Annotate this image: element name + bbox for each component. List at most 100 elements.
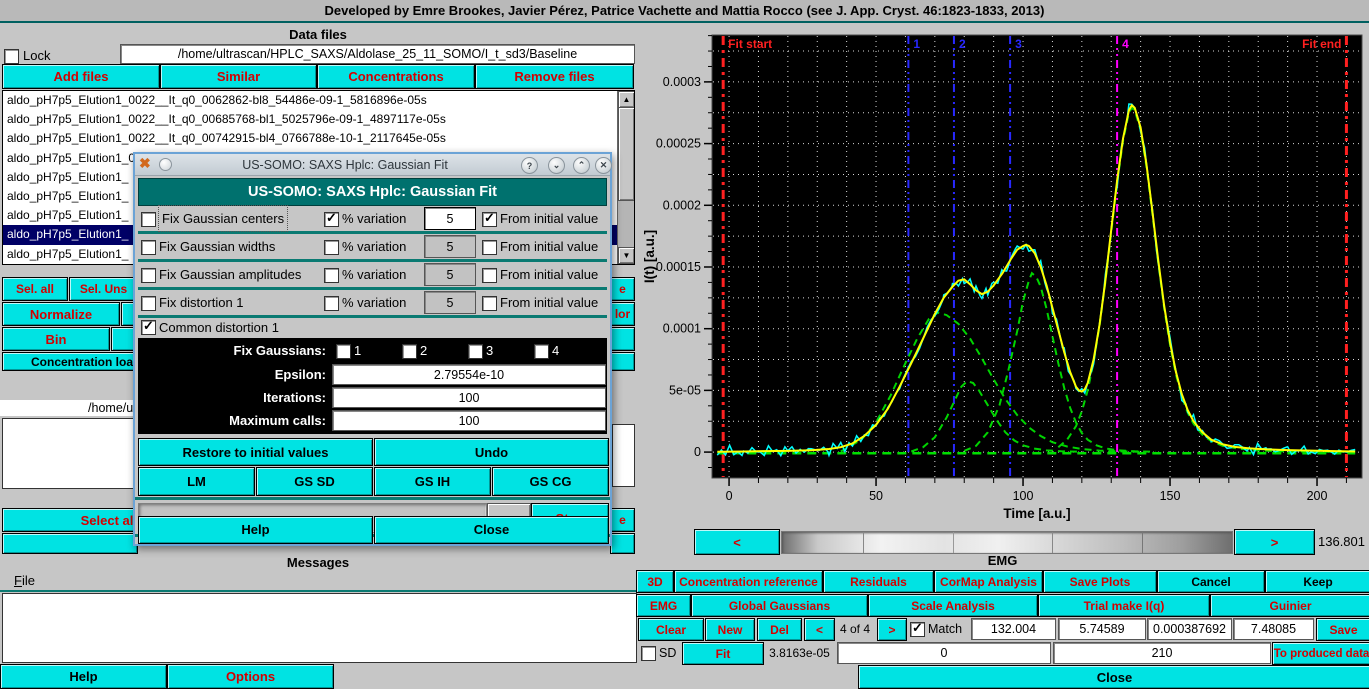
- undo-button[interactable]: Undo: [374, 438, 609, 466]
- prev-gaussian-button[interactable]: <: [804, 618, 835, 641]
- gaussian-center-field[interactable]: 132.004: [971, 618, 1056, 640]
- save-plots-button[interactable]: Save Plots: [1043, 570, 1157, 593]
- help-button[interactable]: Help: [0, 664, 167, 689]
- window-menu-icon[interactable]: [159, 158, 172, 171]
- save-button[interactable]: Save: [1316, 618, 1369, 641]
- from-initial-checkbox[interactable]: [482, 268, 497, 283]
- file-list-scrollbar[interactable]: ▲ ▼: [617, 91, 634, 264]
- sd-checkbox[interactable]: [641, 646, 656, 661]
- gs-cg-button[interactable]: GS CG: [492, 467, 609, 496]
- pct-variation-checkbox[interactable]: [324, 212, 339, 227]
- gs-sd-button[interactable]: GS SD: [256, 467, 373, 496]
- fit-end-field[interactable]: 210: [1053, 642, 1271, 664]
- maximize-icon[interactable]: ⌃: [573, 157, 590, 174]
- partial-button-right-6[interactable]: [610, 533, 635, 554]
- partial-button-right-3[interactable]: [610, 327, 635, 351]
- emg-button[interactable]: EMG: [636, 594, 691, 617]
- similar-button[interactable]: Similar: [160, 64, 317, 89]
- gs-ih-button[interactable]: GS IH: [374, 467, 491, 496]
- file-menu[interactable]: File: [14, 571, 35, 589]
- wheel-right-button[interactable]: >: [1234, 529, 1315, 555]
- data-path-field[interactable]: /home/ultrascan/HPLC_SAXS/Aldolase_25_11…: [120, 44, 635, 64]
- fix-gaussian-3-checkbox[interactable]: [468, 344, 483, 359]
- chart-area[interactable]: 05e-050.00010.000150.00020.000250.000305…: [640, 26, 1369, 526]
- scroll-down-arrow-icon[interactable]: ▼: [618, 247, 635, 264]
- remove-files-button[interactable]: Remove files: [475, 64, 634, 89]
- partial-color-button[interactable]: lor: [610, 302, 635, 326]
- wheel-left-button[interactable]: <: [694, 529, 780, 555]
- to-produced-data-button[interactable]: To produced data: [1272, 642, 1369, 665]
- scale-analysis-button[interactable]: Scale Analysis: [868, 594, 1038, 617]
- pct-value-field[interactable]: 5: [424, 235, 476, 258]
- next-gaussian-button[interactable]: >: [877, 618, 907, 641]
- normalize-button[interactable]: Normalize: [2, 302, 120, 326]
- scroll-up-arrow-icon[interactable]: ▲: [618, 91, 635, 108]
- pct-value-field[interactable]: 5: [424, 291, 476, 314]
- fix-widths-checkbox[interactable]: [141, 240, 156, 255]
- dialog-title-bar[interactable]: ✖ US-SOMO: SAXS Hplc: Gaussian Fit ? ⌄ ⌃…: [135, 154, 610, 176]
- fix-gaussian-2-checkbox[interactable]: [402, 344, 417, 359]
- sel-unc-button[interactable]: Sel. Uns: [69, 277, 138, 301]
- fix-centers-checkbox[interactable]: [141, 212, 156, 227]
- add-files-button[interactable]: Add files: [2, 64, 160, 89]
- pct-variation-checkbox[interactable]: [324, 240, 339, 255]
- iterations-field[interactable]: 100: [332, 387, 606, 408]
- 3d-button[interactable]: 3D: [636, 570, 674, 593]
- del-button[interactable]: Del: [757, 618, 802, 641]
- gaussian-amplitude-field[interactable]: 0.000387692: [1147, 618, 1232, 640]
- messages-box[interactable]: [2, 593, 637, 663]
- global-gaussians-button[interactable]: Global Gaussians: [691, 594, 868, 617]
- concentration-reference-button[interactable]: Concentration reference: [674, 570, 823, 593]
- pct-variation-checkbox[interactable]: [324, 296, 339, 311]
- maximum-calls-field[interactable]: 100: [332, 410, 606, 431]
- options-button[interactable]: Options: [167, 664, 334, 689]
- keep-button[interactable]: Keep: [1265, 570, 1369, 593]
- gaussian-distortion-field[interactable]: 7.48085: [1233, 618, 1314, 640]
- match-checkbox[interactable]: [910, 622, 925, 637]
- dialog-close[interactable]: Close: [374, 516, 609, 544]
- pct-variation-checkbox[interactable]: [324, 268, 339, 283]
- from-initial-checkbox[interactable]: [482, 240, 497, 255]
- panel-close-button[interactable]: Close: [858, 665, 1369, 689]
- clear-button[interactable]: Clear: [638, 618, 704, 641]
- bin-button[interactable]: Bin: [2, 327, 110, 351]
- partial-button-right-5[interactable]: e: [610, 508, 635, 532]
- residuals-button[interactable]: Residuals: [823, 570, 934, 593]
- fix-gaussian-4-checkbox[interactable]: [534, 344, 549, 359]
- partial-button-left-c[interactable]: [2, 533, 138, 554]
- close-window-icon[interactable]: ✕: [595, 157, 612, 174]
- from-initial-checkbox[interactable]: [482, 296, 497, 311]
- fix-gaussian-1-checkbox[interactable]: [336, 344, 351, 359]
- list-item[interactable]: aldo_pH7p5_Elution1_0022__It_q0_00742915…: [3, 129, 618, 148]
- guinier-button[interactable]: Guinier: [1210, 594, 1369, 617]
- minimize-icon[interactable]: ⌄: [548, 157, 565, 174]
- select-all-button[interactable]: Select all: [2, 508, 142, 532]
- partial-button-right-1[interactable]: e: [610, 277, 635, 301]
- sel-all-button[interactable]: Sel. all: [2, 277, 68, 301]
- epsilon-field[interactable]: 2.79554e-10: [332, 364, 606, 385]
- fix-distortion-checkbox[interactable]: [141, 296, 156, 311]
- list-item[interactable]: aldo_pH7p5_Elution1_0022__It_q0_0062862-…: [3, 91, 618, 110]
- scrollbar-thumb[interactable]: [618, 107, 635, 201]
- fix-amplitudes-checkbox[interactable]: [141, 268, 156, 283]
- new-button[interactable]: New: [705, 618, 755, 641]
- position-wheel[interactable]: [781, 531, 1233, 554]
- restore-initial-values-button[interactable]: Restore to initial values: [138, 438, 373, 466]
- common-distortion-checkbox[interactable]: [141, 320, 156, 335]
- from-initial-checkbox[interactable]: [482, 212, 497, 227]
- partial-button-right-4[interactable]: [610, 352, 635, 371]
- list-item[interactable]: aldo_pH7p5_Elution1_0022__It_q0_00685768…: [3, 110, 618, 129]
- lock-checkbox[interactable]: [4, 49, 19, 64]
- gaussian-width-field[interactable]: 5.74589: [1058, 618, 1146, 640]
- pct-value-field[interactable]: 5: [424, 207, 476, 230]
- cormap-analysis-button[interactable]: CorMap Analysis: [934, 570, 1043, 593]
- lm-button[interactable]: LM: [138, 467, 255, 496]
- pct-value-field[interactable]: 5: [424, 263, 476, 286]
- dialog-help[interactable]: Help: [138, 516, 373, 544]
- fit-button[interactable]: Fit: [682, 642, 764, 665]
- file-detail-box[interactable]: [2, 418, 136, 489]
- help-titlebar-icon[interactable]: ?: [521, 157, 538, 174]
- concentrations-button[interactable]: Concentrations: [317, 64, 475, 89]
- trial-make-iq-button[interactable]: Trial make I(q): [1038, 594, 1210, 617]
- cancel-button[interactable]: Cancel: [1157, 570, 1265, 593]
